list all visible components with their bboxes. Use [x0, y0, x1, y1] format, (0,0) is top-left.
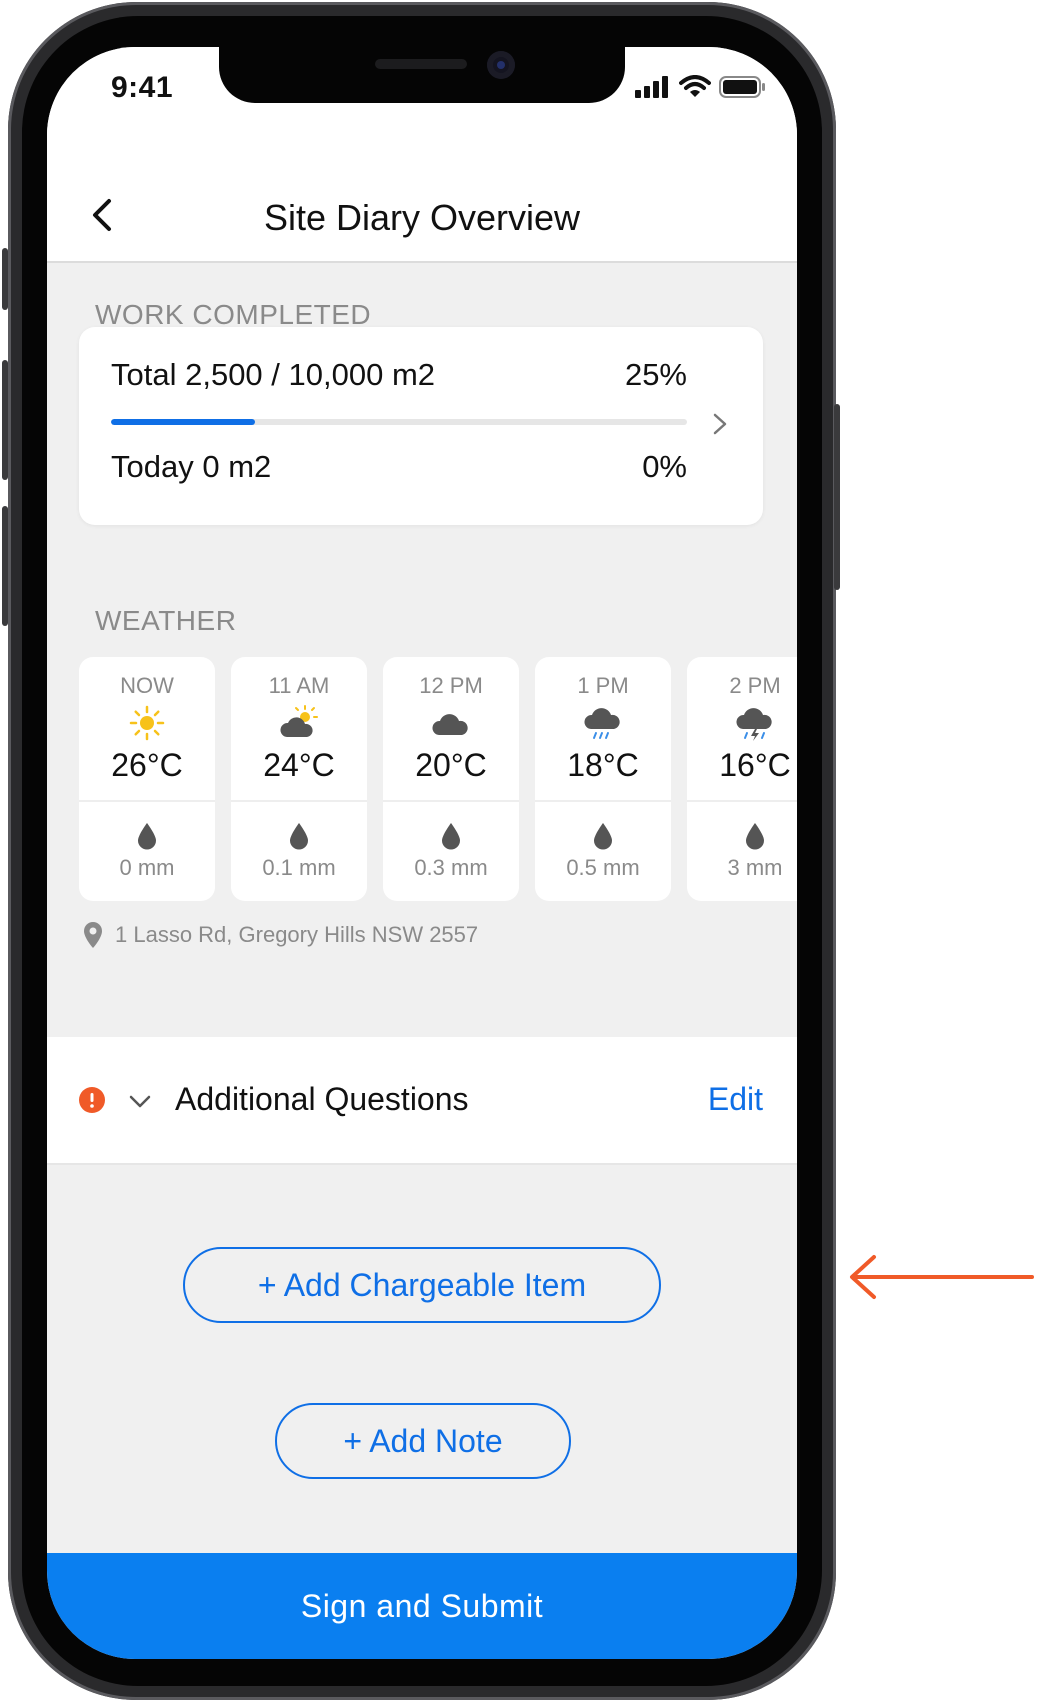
- battery-icon: [719, 76, 765, 98]
- weather-card: 11 AM 24°C 0.1 mm: [231, 657, 367, 901]
- work-completed-card[interactable]: Total 2,500 / 10,000 m2 25% Today 0 m2 0…: [79, 327, 763, 525]
- side-button-power: [834, 404, 840, 590]
- navigation-bar: Site Diary Overview: [47, 157, 797, 263]
- location-pin-icon: [84, 922, 102, 948]
- forecast-temperature: 16°C: [719, 747, 791, 783]
- raindrop-icon: [746, 823, 764, 850]
- side-button-volume-up: [2, 360, 8, 480]
- forecast-time: 12 PM: [419, 673, 483, 698]
- additional-questions-row[interactable]: Additional Questions Edit: [47, 1037, 797, 1165]
- side-button-volume-down: [2, 506, 8, 626]
- today-percent: 0%: [642, 449, 687, 484]
- status-icons: [635, 75, 767, 99]
- forecast-time: NOW: [120, 673, 174, 698]
- partly-cloudy-icon: [280, 705, 318, 737]
- total-text: Total 2,500 / 10,000 m2: [111, 357, 436, 392]
- forecast-temperature: 20°C: [415, 747, 487, 783]
- forecast-temperature: 26°C: [111, 747, 183, 783]
- cellular-signal-icon: [635, 76, 668, 98]
- progress-bar: [111, 419, 687, 425]
- chevron-right-icon: [713, 413, 727, 435]
- weather-card: 12 PM 20°C 0.3 mm: [383, 657, 519, 901]
- forecast-time: 1 PM: [577, 673, 629, 698]
- site-address: 1 Lasso Rd, Gregory Hills NSW 2557: [83, 921, 478, 949]
- wifi-icon: [679, 75, 711, 97]
- alert-icon: [79, 1087, 105, 1113]
- thunderstorm-icon: [736, 708, 772, 741]
- annotation-arrow-icon: [850, 1255, 1034, 1299]
- earpiece-speaker: [375, 59, 467, 69]
- camera-notch: [219, 47, 625, 103]
- weather-forecast-row[interactable]: NOW 26°C 0 mm 11 AM 24°C 0.1 mm 12 PM 20…: [79, 657, 797, 901]
- address-text: 1 Lasso Rd, Gregory Hills NSW 2557: [115, 922, 479, 947]
- forecast-time: 11 AM: [268, 673, 330, 698]
- cloud-icon: [432, 714, 468, 735]
- card-divider: [687, 800, 797, 802]
- raindrop-icon: [442, 823, 460, 850]
- forecast-temperature: 24°C: [263, 747, 335, 783]
- forecast-rainfall: 0 mm: [119, 855, 175, 880]
- add-chargeable-item-button[interactable]: + Add Chargeable Item: [183, 1247, 661, 1323]
- sun-icon: [129, 705, 165, 741]
- front-camera: [487, 51, 515, 79]
- page-title: Site Diary Overview: [263, 197, 581, 238]
- today-row: Today 0 m2 0%: [111, 449, 687, 485]
- forecast-rainfall: 0.5 mm: [566, 855, 640, 880]
- sign-and-submit-button[interactable]: Sign and Submit: [47, 1553, 797, 1659]
- raindrop-icon: [290, 823, 308, 850]
- weather-label: WEATHER: [95, 605, 237, 636]
- card-divider: [383, 800, 519, 802]
- weather-card: 1 PM 18°C 0.5 mm: [535, 657, 671, 901]
- forecast-rainfall: 0.3 mm: [414, 855, 488, 880]
- card-divider: [535, 800, 671, 802]
- add-note-button[interactable]: + Add Note: [275, 1403, 571, 1479]
- rain-cloud-icon: [584, 708, 620, 739]
- forecast-rainfall: 0.1 mm: [262, 855, 336, 880]
- today-text: Today 0 m2: [111, 449, 272, 484]
- card-divider: [231, 800, 367, 802]
- raindrop-icon: [138, 823, 156, 850]
- card-divider: [79, 800, 215, 802]
- total-percent: 25%: [624, 357, 687, 392]
- forecast-temperature: 18°C: [567, 747, 639, 783]
- phone-screen: 9:41 Site Diary Overview WORK COMPLETED …: [47, 47, 797, 1659]
- forecast-time: 2 PM: [729, 673, 781, 698]
- total-row: Total 2,500 / 10,000 m2 25%: [111, 357, 687, 393]
- progress-bar-fill: [111, 419, 255, 425]
- weather-card: NOW 26°C 0 mm: [79, 657, 215, 901]
- raindrop-icon: [594, 823, 612, 850]
- edit-link[interactable]: Edit: [708, 1081, 763, 1118]
- additional-questions-title: Additional Questions: [175, 1081, 469, 1117]
- side-button-silent: [2, 248, 8, 310]
- chevron-down-icon[interactable]: [129, 1095, 151, 1109]
- weather-card: 2 PM 16°C 3 mm: [687, 657, 797, 901]
- forecast-rainfall: 3 mm: [727, 855, 783, 880]
- status-time: 9:41: [111, 71, 174, 104]
